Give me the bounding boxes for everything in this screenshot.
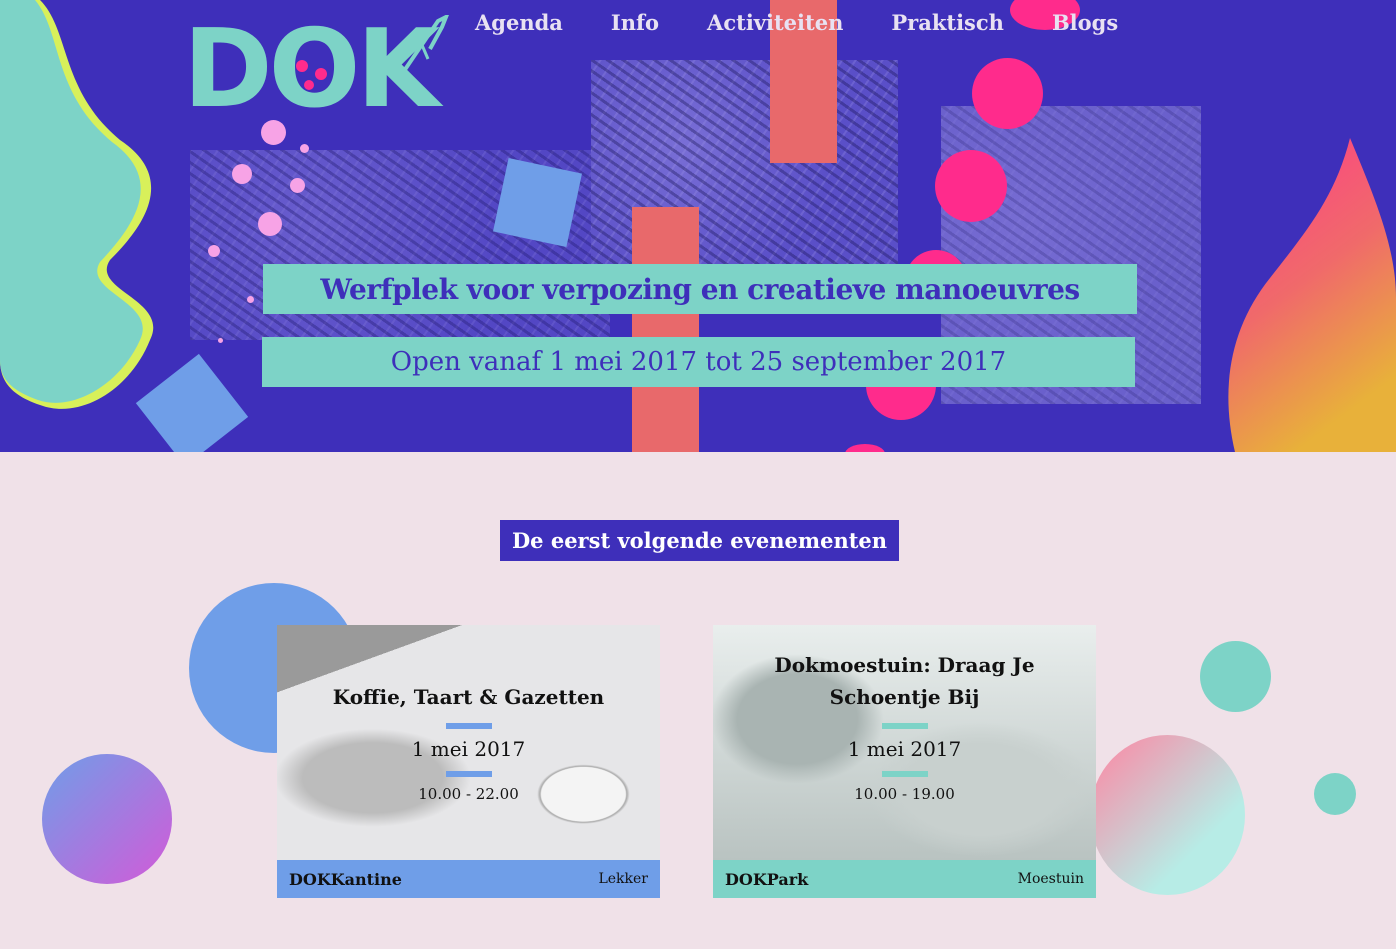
- dot-3: [232, 164, 252, 184]
- events-heading: De eerst volgende evenementen: [500, 520, 899, 561]
- main-nav: Agenda Info Activiteiten Praktisch Blogs: [475, 10, 1166, 35]
- event-venue[interactable]: DOKPark: [725, 870, 808, 889]
- event-title: Schoentje Bij: [829, 685, 980, 709]
- coral-bar-bottom: [632, 207, 699, 452]
- logo-text: DOK: [183, 7, 440, 132]
- event-time: 10.00 - 22.00: [418, 785, 519, 803]
- mint-blob-shape: [0, 0, 154, 409]
- event-divider: [881, 723, 928, 729]
- event-card[interactable]: Dokmoestuin: Draag Je Schoentje Bij 1 me…: [713, 625, 1096, 898]
- dok-logo[interactable]: DOK: [183, 16, 440, 124]
- mint-circle-2: [1314, 773, 1356, 815]
- logo-dot-b: [315, 68, 327, 80]
- gradient-circle-right: [1090, 735, 1245, 895]
- event-date: 1 mei 2017: [411, 737, 526, 761]
- logo-dot-a: [296, 60, 308, 72]
- event-tag[interactable]: Lekker: [598, 871, 648, 887]
- hero-title-banner: Werfplek voor verpozing en creatieve man…: [263, 264, 1137, 314]
- hero-subtitle: Open vanaf 1 mei 2017 tot 25 september 2…: [390, 347, 1007, 377]
- pink-circle-6: [845, 444, 885, 452]
- nav-agenda[interactable]: Agenda: [475, 10, 563, 35]
- nav-praktisch[interactable]: Praktisch: [891, 10, 1004, 35]
- dot-8: [218, 338, 223, 343]
- hero-subtitle-banner: Open vanaf 1 mei 2017 tot 25 september 2…: [262, 337, 1135, 387]
- event-content: Dokmoestuin: Draag Je Schoentje Bij 1 me…: [713, 625, 1096, 860]
- nav-info[interactable]: Info: [611, 10, 659, 35]
- events-heading-text: De eerst volgende evenementen: [511, 528, 888, 553]
- hero-title: Werfplek voor verpozing en creatieve man…: [320, 272, 1080, 306]
- gradient-flame-shape: [1228, 138, 1396, 452]
- event-footer: DOKKantine Lekker: [277, 860, 660, 898]
- event-divider: [881, 771, 928, 777]
- gradient-circle-left: [42, 754, 172, 884]
- event-title: Koffie, Taart & Gazetten: [332, 685, 605, 709]
- event-date: 1 mei 2017: [847, 737, 962, 761]
- dot-4: [290, 178, 305, 193]
- event-title: Dokmoestuin: Draag Je: [774, 653, 1035, 677]
- event-content: Koffie, Taart & Gazetten 1 mei 2017 10.0…: [277, 625, 660, 860]
- event-footer: DOKPark Moestuin: [713, 860, 1096, 898]
- blue-square-top: [493, 158, 582, 247]
- event-divider: [445, 723, 492, 729]
- pink-circle-3: [935, 150, 1007, 222]
- pink-circle-2: [972, 58, 1043, 129]
- crane-icon: [402, 15, 449, 73]
- event-tag[interactable]: Moestuin: [1018, 871, 1084, 887]
- dot-2: [300, 144, 309, 153]
- event-divider: [445, 771, 492, 777]
- event-venue[interactable]: DOKKantine: [289, 870, 402, 889]
- dot-6: [208, 245, 220, 257]
- hero-section: DOK Agenda Info Activiteiten Praktisch B…: [0, 0, 1396, 452]
- mint-circle-1: [1200, 641, 1271, 712]
- event-time: 10.00 - 19.00: [854, 785, 955, 803]
- event-card[interactable]: Koffie, Taart & Gazetten 1 mei 2017 10.0…: [277, 625, 660, 898]
- nav-activiteiten[interactable]: Activiteiten: [707, 10, 843, 35]
- logo-dot-c: [304, 80, 314, 90]
- dot-5: [258, 212, 282, 236]
- nav-blogs[interactable]: Blogs: [1052, 10, 1118, 35]
- dot-7: [247, 296, 254, 303]
